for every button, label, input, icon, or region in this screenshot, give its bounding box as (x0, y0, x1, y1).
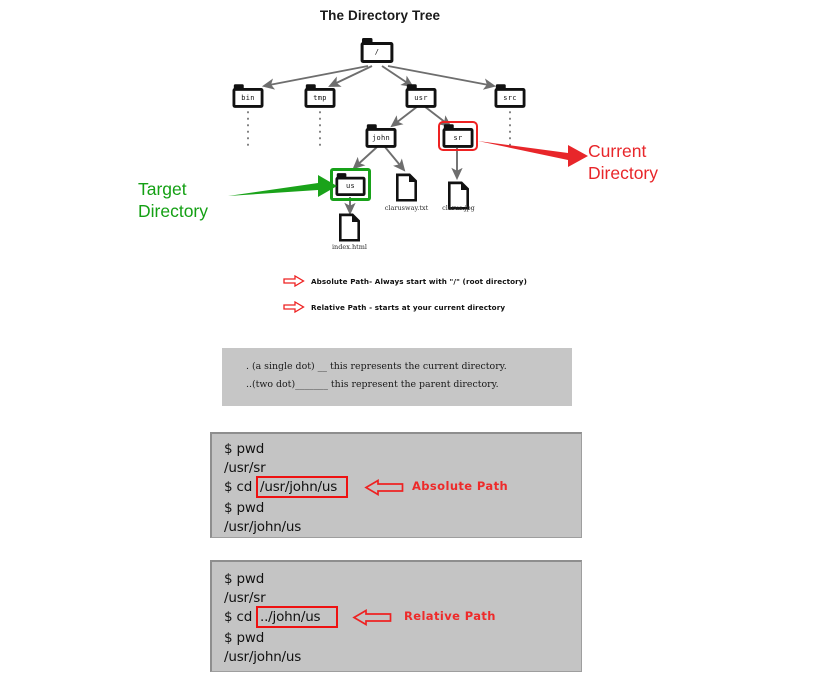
absolute-path-highlight-box (256, 476, 348, 498)
current-directory-arrow-icon (478, 141, 588, 167)
right-arrow-icon (283, 301, 305, 313)
current-directory-annotation: Current Directory (588, 140, 658, 184)
absolute-path-annotation: Absolute Path (412, 479, 509, 493)
target-directory-arrow-icon (228, 175, 337, 197)
current-directory-line1: Current (588, 141, 647, 161)
relative-path-highlight-box (256, 606, 338, 628)
left-arrow-icon (364, 479, 404, 496)
target-directory-annotation: Target Directory (138, 178, 208, 222)
terminal-relative-path: $ pwd /usr/sr $ cd ../john/us Relative P… (210, 560, 582, 672)
terminal-line: $ cd (224, 609, 257, 625)
legend-row-relative-path: Relative Path - starts at your current d… (283, 298, 527, 316)
target-directory-line2: Directory (138, 201, 209, 221)
terminal-line: $ pwd (224, 500, 265, 516)
current-directory-line2: Directory (588, 163, 659, 183)
target-directory-line1: Target (138, 179, 187, 199)
terminal-line: /usr/sr (224, 590, 266, 606)
path-legend: Absolute Path- Always start with "/" (ro… (283, 272, 527, 316)
terminal-line: $ pwd (224, 571, 265, 587)
legend-label-absolute-path: Absolute Path- Always start with "/" (ro… (311, 276, 527, 286)
legend-label-relative-path: Relative Path - starts at your current d… (311, 302, 506, 312)
dot-notation-line-2: ..(two dot)_______ this represent the pa… (246, 379, 499, 390)
terminal-line: /usr/john/us (224, 519, 302, 535)
left-arrow-icon (352, 609, 392, 626)
terminal-line: $ cd (224, 479, 257, 495)
legend-row-absolute-path: Absolute Path- Always start with "/" (ro… (283, 272, 527, 290)
terminal-line: /usr/john/us (224, 649, 302, 665)
terminal-line: $ pwd (224, 630, 265, 646)
relative-path-annotation: Relative Path (404, 609, 496, 623)
terminal-absolute-path: $ pwd /usr/sr $ cd /usr/john/us Absolute… (210, 432, 582, 538)
terminal-line: $ pwd (224, 441, 265, 457)
dot-notation-line-1: . (a single dot) __ this represents the … (246, 361, 507, 372)
dot-notation-box: . (a single dot) __ this represents the … (222, 348, 572, 406)
terminal-line: /usr/sr (224, 460, 266, 476)
right-arrow-icon (283, 275, 305, 287)
